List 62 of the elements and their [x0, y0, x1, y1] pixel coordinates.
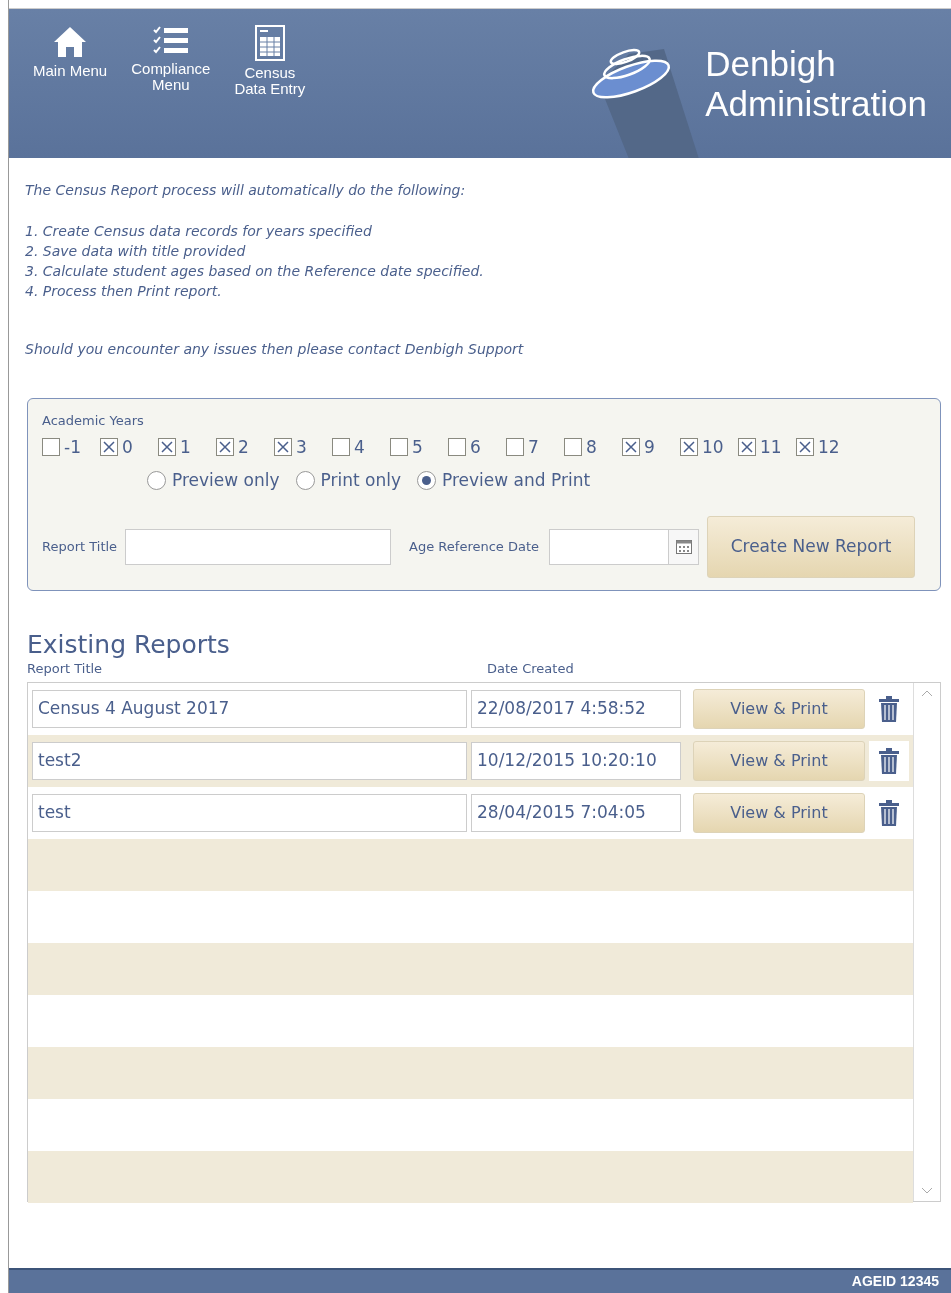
radio-option[interactable]: Print only — [295, 468, 401, 494]
footer-bar: AGEID 12345 — [9, 1268, 951, 1293]
cross-icon — [799, 441, 811, 454]
brand-name: Denbigh Administration — [705, 43, 927, 124]
cross-icon — [277, 441, 289, 454]
nav-button[interactable]: Census Data Entry — [234, 25, 306, 97]
section-heading: Existing Reports — [27, 630, 231, 659]
year-checkbox[interactable]: 0 — [100, 434, 158, 460]
year-checkbox[interactable]: 5 — [390, 434, 448, 460]
field-label: Age Reference Date — [409, 537, 540, 556]
scroll-up-icon[interactable] — [921, 689, 933, 697]
nav-button[interactable]: Compliance Menu — [131, 25, 211, 93]
table-row[interactable]: test2 10/12/2015 10:20:10 View & Print — [28, 735, 913, 787]
year-checkbox[interactable]: 8 — [564, 434, 622, 460]
step-text: 4. Process then Print report. — [25, 282, 223, 301]
trash-icon[interactable] — [878, 696, 900, 722]
title-field: Census 4 August 2017 — [32, 690, 467, 728]
step-text: 3. Calculate student ages based on the Reference date specified. — [25, 262, 485, 281]
cross-icon — [741, 441, 753, 454]
year-checkbox[interactable]: 9 — [622, 434, 680, 460]
column-header: Date Created — [487, 659, 574, 678]
view-print-button[interactable]: View & Print — [693, 689, 865, 729]
view-print-button[interactable]: View & Print — [693, 741, 865, 781]
year-checkbox[interactable]: 10 — [680, 434, 738, 460]
scroll-down-icon[interactable] — [921, 1187, 933, 1195]
title-input[interactable] — [125, 528, 392, 565]
year-checkbox[interactable]: -1 — [42, 434, 100, 460]
create-report-button[interactable]: Create New Report — [707, 515, 916, 578]
radio-option[interactable]: Preview only — [147, 468, 280, 494]
radio-option[interactable]: Preview and Print — [417, 468, 591, 494]
date-field: 10/12/2015 10:20:10 — [471, 742, 681, 780]
year-checkbox[interactable]: 6 — [448, 434, 506, 460]
title-field: test — [32, 794, 467, 832]
date-input[interactable] — [549, 528, 700, 565]
intro-text: The Census Report process will automatically do the following: — [25, 181, 467, 200]
cross-icon — [161, 441, 173, 454]
date-field: 28/04/2015 7:04:05 — [471, 794, 681, 832]
cross-icon — [103, 441, 115, 454]
nav-button[interactable]: Main Menu — [33, 25, 108, 79]
step-text: 2. Save data with title provided — [25, 242, 247, 261]
cross-icon — [625, 441, 637, 454]
view-print-button[interactable]: View & Print — [693, 793, 865, 833]
support-text: Should you encounter any issues then please contact Denbigh Support — [25, 340, 525, 359]
year-checkbox[interactable]: 12 — [796, 434, 854, 460]
cross-icon — [683, 441, 695, 454]
section-label: Academic Years — [42, 412, 145, 430]
title-field: test2 — [32, 742, 467, 780]
spreadsheet-icon — [253, 25, 286, 61]
year-checkbox[interactable]: 2 — [216, 434, 274, 460]
field-label: Report Title — [42, 537, 118, 556]
year-checkbox[interactable]: 4 — [332, 434, 390, 460]
date-field: 22/08/2017 4:58:52 — [471, 690, 681, 728]
step-text: 1. Create Census data records for years specified — [25, 222, 373, 241]
trash-icon[interactable] — [878, 748, 900, 774]
year-checkbox[interactable]: 3 — [274, 434, 332, 460]
trash-icon[interactable] — [878, 800, 900, 826]
year-checkbox[interactable]: 7 — [506, 434, 564, 460]
year-checkbox[interactable]: 1 — [158, 434, 216, 460]
cross-icon — [219, 441, 231, 454]
calendar-icon[interactable] — [675, 539, 692, 554]
year-checkbox[interactable]: 11 — [738, 434, 796, 460]
column-header: Report Title — [27, 659, 104, 678]
